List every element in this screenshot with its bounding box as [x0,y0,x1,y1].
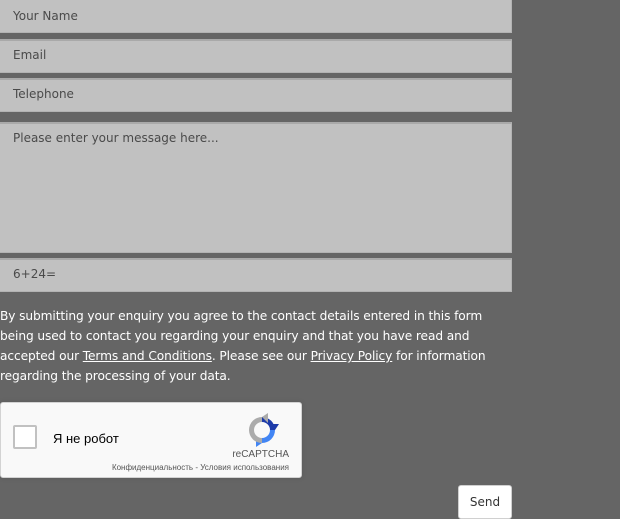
recaptcha-logo-icon [249,413,279,447]
recaptcha-privacy-link[interactable]: Конфиденциальность [112,463,193,472]
recaptcha-terms-link[interactable]: Условия использования [200,463,289,472]
captcha-answer-field[interactable]: 6+24= [0,258,512,292]
recaptcha-links: Конфиденциальность - Условия использован… [112,463,289,472]
message-textarea[interactable]: Please enter your message here... [0,122,512,253]
email-placeholder: Email [13,48,47,62]
captcha-question: 6+24= [13,267,57,281]
contact-form-page: Your Name Email Telephone Please enter y… [0,0,620,519]
recaptcha-label: Я не робот [53,431,119,446]
terms-link[interactable]: Terms and Conditions [83,349,212,363]
message-placeholder: Please enter your message here... [13,131,219,145]
disclaimer-text-2: . Please see our [211,349,311,363]
email-field[interactable]: Email [0,39,512,73]
telephone-field[interactable]: Telephone [0,78,512,112]
recaptcha-checkbox[interactable] [13,425,37,449]
recaptcha-widget: Я не робот reCAPTCHA Конфиденциальность … [0,402,302,478]
privacy-disclaimer: By submitting your enquiry you agree to … [0,306,500,386]
name-field[interactable]: Your Name [0,0,512,33]
send-button[interactable]: Send [458,485,512,519]
name-placeholder: Your Name [13,9,78,23]
privacy-policy-link[interactable]: Privacy Policy [311,349,393,363]
telephone-placeholder: Telephone [13,87,74,101]
recaptcha-brand: reCAPTCHA [232,449,289,460]
